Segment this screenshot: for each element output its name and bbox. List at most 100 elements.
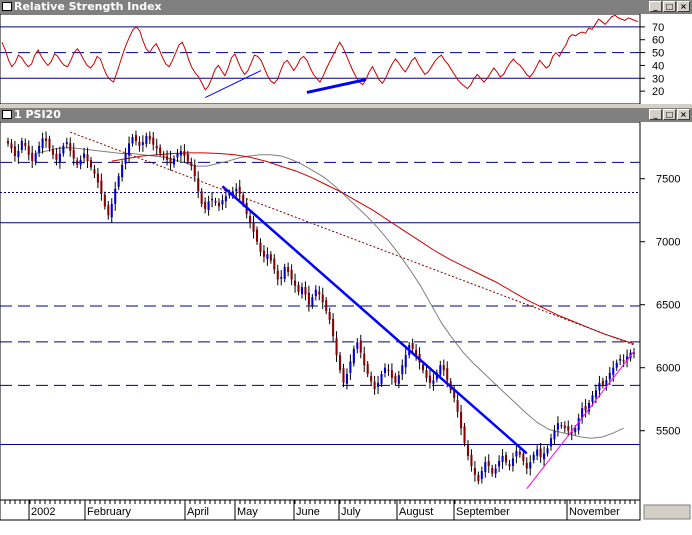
candle-body: [262, 250, 265, 257]
candle-body: [193, 165, 196, 177]
candle-body: [345, 374, 348, 384]
candle-body: [529, 462, 532, 469]
candle-body: [155, 145, 158, 149]
rsi-y-tick-label: 40: [652, 60, 664, 72]
price-plot-area: [0, 122, 641, 501]
maximize-button[interactable]: □: [663, 109, 676, 120]
rsi-titlebar[interactable]: Relative Strength Index _ □ ×: [0, 0, 692, 14]
candle-body: [501, 455, 504, 462]
candle-body: [612, 367, 615, 375]
rsi-y-tick-label: 50: [652, 48, 664, 60]
candle-body: [93, 169, 96, 174]
candle-body: [34, 153, 37, 163]
candle-body: [162, 155, 165, 157]
candle-body: [51, 149, 54, 155]
candle-body: [48, 138, 51, 149]
candle-body: [103, 194, 106, 207]
candle-body: [238, 186, 241, 194]
maximize-button[interactable]: □: [663, 1, 676, 12]
candle-body: [546, 448, 549, 454]
candle-body: [62, 145, 65, 154]
candle-body: [141, 142, 144, 145]
candle-body: [543, 453, 546, 460]
candle-body: [498, 460, 501, 467]
candle-body: [594, 390, 597, 398]
candle-body: [332, 318, 335, 337]
candle-body: [425, 370, 428, 378]
scrollbar: [643, 504, 691, 520]
candle-body: [255, 229, 259, 242]
candle-body: [338, 355, 342, 371]
candle-body: [491, 467, 494, 474]
rsi-y-tick-label: 60: [652, 35, 664, 47]
candle-body: [508, 464, 511, 466]
candle-body: [110, 203, 113, 218]
candle-body: [411, 343, 414, 349]
candle-body: [373, 381, 376, 390]
candle-body: [131, 137, 134, 144]
candle-body: [41, 138, 44, 148]
candle-body: [27, 145, 30, 155]
price-y-tick-label: 5500: [656, 426, 680, 438]
rsi-y-tick-label: 30: [652, 73, 664, 85]
candle-body: [273, 258, 276, 270]
candle-body: [249, 215, 252, 223]
candle-body: [394, 375, 397, 383]
candle-body: [511, 458, 514, 466]
candle-body: [397, 375, 400, 384]
x-axis-label: 2002: [31, 506, 55, 518]
candle-body: [325, 300, 328, 311]
candle-body: [321, 294, 324, 303]
candle-body: [300, 287, 304, 295]
candle-body: [20, 140, 23, 150]
price-y-tick-label: 7000: [656, 237, 680, 249]
candle-body: [477, 474, 480, 482]
candle-body: [38, 145, 41, 153]
candle-body: [166, 156, 169, 160]
x-axis-label: May: [237, 506, 258, 518]
candle-body: [370, 376, 373, 382]
candle-body: [297, 284, 300, 293]
candle-body: [55, 153, 58, 160]
candle-body: [183, 150, 186, 157]
candle-body: [563, 425, 566, 429]
candle-body: [269, 254, 272, 261]
candle-body: [138, 141, 141, 146]
candle-body: [221, 200, 224, 205]
minimize-button[interactable]: _: [649, 1, 662, 12]
candle-body: [217, 202, 221, 207]
candle-body: [480, 471, 483, 480]
candle-body: [577, 418, 580, 431]
candle-body: [79, 159, 82, 165]
candle-body: [522, 453, 525, 461]
price-chart: 7500 7000 6500 6000 5500 2002 February April May…: [0, 122, 691, 521]
candle-body: [307, 292, 310, 305]
rsi-window: Relative Strength Index _ □ × 70 60 50 40 30 20: [0, 0, 692, 104]
candle-body: [100, 180, 103, 194]
candle-body: [494, 468, 497, 474]
close-button[interactable]: ×: [677, 109, 690, 120]
candle-body: [24, 142, 27, 146]
minimize-button[interactable]: _: [649, 109, 662, 120]
candle-body: [83, 153, 86, 158]
candle-body: [536, 449, 539, 456]
rsi-y-tick-label: 20: [652, 86, 664, 98]
candle-body: [179, 150, 182, 156]
candle-body: [311, 297, 314, 306]
candle-body: [107, 205, 110, 216]
candle-body: [380, 374, 383, 384]
price-titlebar[interactable]: 1 PSI20 _ □ ×: [0, 108, 692, 122]
candle-body: [117, 176, 120, 187]
x-axis-label: July: [341, 506, 361, 518]
candle-body: [207, 201, 210, 210]
candle-body: [349, 361, 352, 373]
close-button[interactable]: ×: [677, 1, 690, 12]
candle-body: [470, 454, 473, 466]
candle-body: [145, 135, 148, 145]
candle-body: [318, 291, 321, 295]
candle-body: [390, 370, 393, 378]
candle-body: [473, 467, 476, 475]
candle-body: [574, 428, 577, 433]
candle-body: [401, 365, 404, 375]
candle-body: [58, 153, 61, 162]
